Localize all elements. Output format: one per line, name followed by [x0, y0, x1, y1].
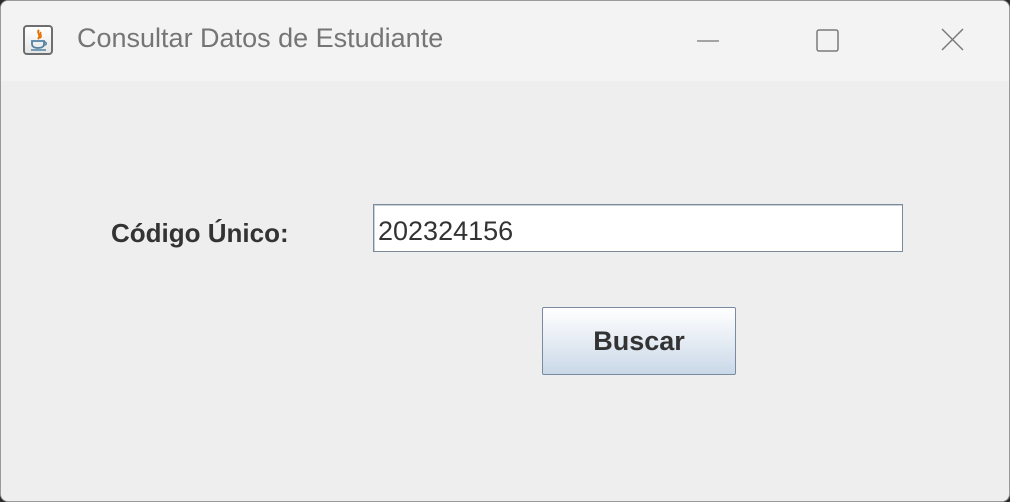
form-panel: Código Único: Buscar: [1, 81, 1009, 501]
java-cup-icon: [23, 25, 53, 55]
minimize-icon: [697, 40, 719, 42]
code-input[interactable]: [373, 204, 903, 252]
close-icon: [941, 28, 964, 51]
close-button[interactable]: [921, 17, 981, 65]
window-title: Consultar Datos de Estudiante: [77, 23, 444, 53]
title-bar[interactable]: Consultar Datos de Estudiante: [1, 1, 1009, 81]
code-label: Código Único:: [111, 218, 289, 248]
app-window: Consultar Datos de Estudiante Código Úni…: [0, 0, 1010, 502]
minimize-button[interactable]: [679, 17, 739, 65]
search-button[interactable]: Buscar: [542, 307, 736, 375]
maximize-icon: [816, 29, 839, 52]
maximize-button[interactable]: [796, 17, 856, 65]
